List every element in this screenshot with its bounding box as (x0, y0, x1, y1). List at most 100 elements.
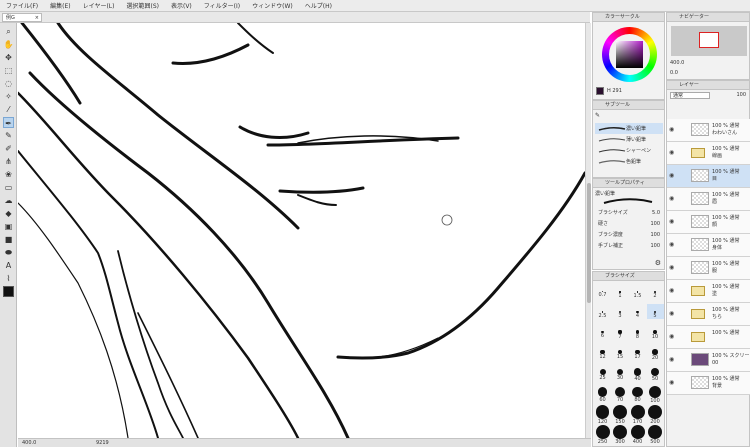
brush-size-cell[interactable]: 2.5 (594, 304, 611, 319)
brush-size-cell[interactable]: 8 (629, 324, 646, 340)
subtool-item[interactable]: シャーペン (595, 145, 663, 156)
eyedropper-icon[interactable]: ⁄ (3, 104, 14, 115)
gradient-icon[interactable]: ▣ (3, 221, 14, 232)
brush-size-cell[interactable]: 12 (594, 344, 611, 360)
subtool-item[interactable]: 薄い鉛筆 (595, 134, 663, 145)
hue-ring[interactable] (602, 27, 657, 82)
layer-row[interactable]: ◉ 100 % 通常 ちら (667, 303, 750, 326)
brush-size-cell[interactable]: 30 (612, 364, 629, 381)
scroll-thumb[interactable] (587, 183, 591, 303)
saturation-square[interactable] (616, 41, 643, 68)
selection-icon[interactable]: ⬚ (3, 65, 14, 76)
lasso-icon[interactable]: ◌ (3, 78, 14, 89)
layer-row[interactable]: ◉ 100 % 通常 身体 (667, 234, 750, 257)
eye-icon[interactable]: ◉ (669, 218, 674, 225)
navigator-preview[interactable] (671, 26, 747, 56)
eye-icon[interactable]: ◉ (669, 264, 674, 271)
menu-item[interactable]: ヘルプ(H) (305, 1, 332, 10)
prop-row-density[interactable]: ブラシ濃度 100 (595, 229, 663, 240)
brush-size-cell[interactable]: 7 (612, 324, 629, 340)
vertical-scrollbar[interactable] (585, 23, 591, 438)
pencil-group-icon[interactable]: ✎ (595, 112, 601, 119)
eye-icon[interactable]: ◉ (669, 241, 674, 248)
close-tab-icon[interactable]: × (35, 14, 39, 22)
layer-row[interactable]: ◉ 100 % スクリーン00 (667, 349, 750, 372)
brush-size-cell[interactable]: 5 (646, 304, 664, 320)
decoration-icon[interactable]: ❀ (3, 169, 14, 180)
layer-row[interactable]: ◉ 100 % 通常眉 (667, 188, 750, 211)
layer-row[interactable]: ◉ 100 % 通常 わわいさん (667, 119, 750, 142)
eraser-icon[interactable]: ▭ (3, 182, 14, 193)
layer-row[interactable]: ◉ 100 % 通常 線画 (667, 142, 750, 165)
document-tab[interactable]: 例G × (2, 13, 42, 22)
brush-size-cell[interactable]: 150 (612, 404, 629, 425)
menu-item[interactable]: 編集(E) (50, 1, 70, 10)
text-icon[interactable]: A (3, 260, 14, 271)
eye-icon[interactable]: ◉ (669, 172, 674, 179)
menu-item[interactable]: ウィンドウ(W) (252, 1, 293, 10)
hand-icon[interactable]: ✋ (3, 39, 14, 50)
menu-item[interactable]: 表示(V) (171, 1, 192, 10)
brush-size-cell[interactable]: 50 (647, 364, 664, 382)
prop-row-hardness[interactable]: 硬さ 100 (595, 218, 663, 229)
eye-icon[interactable]: ◉ (669, 379, 674, 386)
main-color-swatch[interactable] (596, 87, 604, 95)
brush-size-cell[interactable]: 300 (612, 424, 629, 445)
layer-row[interactable]: ◉ 100 % 通常目 (667, 165, 750, 188)
blend-mode-select[interactable]: 通常 (670, 92, 710, 99)
layer-row[interactable]: ◉ 100 % 通常塗 (667, 280, 750, 303)
layer-row[interactable]: ◉ 100 % 通常顔 (667, 211, 750, 234)
brush-size-cell[interactable]: 1.5 (629, 284, 646, 299)
layer-row[interactable]: ◉ 100 % 通常 (667, 326, 750, 349)
brush-icon[interactable]: ✐ (3, 143, 14, 154)
figure-icon[interactable]: ■ (3, 234, 14, 245)
brush-size-cell[interactable]: 500 (647, 424, 664, 445)
brush-size-cell[interactable]: 100 (647, 384, 664, 404)
brush-size-cell[interactable]: 120 (594, 404, 611, 425)
eye-icon[interactable]: ◉ (669, 195, 674, 202)
brush-size-cell[interactable]: 25 (594, 364, 611, 381)
airbrush-icon[interactable]: ⋔ (3, 156, 14, 167)
subtool-item[interactable]: 色鉛筆 (595, 156, 663, 167)
layer-row[interactable]: ◉ 100 % 通常服 (667, 257, 750, 280)
eye-icon[interactable]: ◉ (669, 126, 674, 133)
drawing-canvas[interactable] (18, 23, 585, 438)
eye-icon[interactable]: ◉ (669, 356, 674, 363)
menu-item[interactable]: レイヤー(L) (83, 1, 115, 10)
brush-size-cell[interactable]: 170 (629, 404, 646, 425)
brush-size-cell[interactable]: 1 (612, 284, 629, 299)
layer-row[interactable]: ◉ 100 % 通常 背景 (667, 372, 750, 395)
fill-icon[interactable]: ◆ (3, 208, 14, 219)
prop-row-size[interactable]: ブラシサイズ 5.0 (595, 207, 663, 218)
balloon-icon[interactable]: ⌇ (3, 273, 14, 284)
pen-icon[interactable]: ✒ (3, 117, 14, 128)
eye-icon[interactable]: ◉ (669, 149, 674, 156)
menu-item[interactable]: 選択範囲(S) (126, 1, 159, 10)
zoom-icon[interactable]: ⌕ (3, 26, 14, 37)
brush-size-cell[interactable]: 60 (594, 384, 611, 403)
pencil-icon[interactable]: ✎ (3, 130, 14, 141)
auto-select-icon[interactable]: ✧ (3, 91, 14, 102)
brush-size-cell[interactable]: 4 (629, 304, 646, 319)
brush-size-cell[interactable]: 0.7 (594, 284, 611, 298)
frame-icon[interactable]: ⬬ (3, 247, 14, 258)
brush-size-cell[interactable]: 3 (612, 304, 629, 319)
subtool-item[interactable]: 濃い鉛筆 (595, 123, 663, 134)
brush-size-cell[interactable]: 20 (647, 344, 664, 361)
brush-size-cell[interactable]: 250 (594, 424, 611, 445)
brush-size-cell[interactable]: 70 (612, 384, 629, 403)
move-icon[interactable]: ✥ (3, 52, 14, 63)
brush-size-cell[interactable]: 2 (647, 284, 664, 299)
brush-size-cell[interactable]: 10 (647, 324, 664, 340)
brush-size-cell[interactable]: 6 (594, 324, 611, 339)
brush-size-cell[interactable]: 200 (647, 404, 664, 425)
eye-icon[interactable]: ◉ (669, 333, 674, 340)
blend-icon[interactable]: ☁ (3, 195, 14, 206)
brush-size-cell[interactable]: 80 (629, 384, 646, 403)
prop-row-stabilization[interactable]: 手ブレ補正 100 (595, 240, 663, 251)
menu-item[interactable]: ファイル(F) (6, 1, 38, 10)
brush-size-cell[interactable]: 17 (629, 344, 646, 360)
brush-size-cell[interactable]: 40 (629, 364, 646, 382)
eye-icon[interactable]: ◉ (669, 287, 674, 294)
brush-size-cell[interactable]: 400 (629, 424, 646, 445)
